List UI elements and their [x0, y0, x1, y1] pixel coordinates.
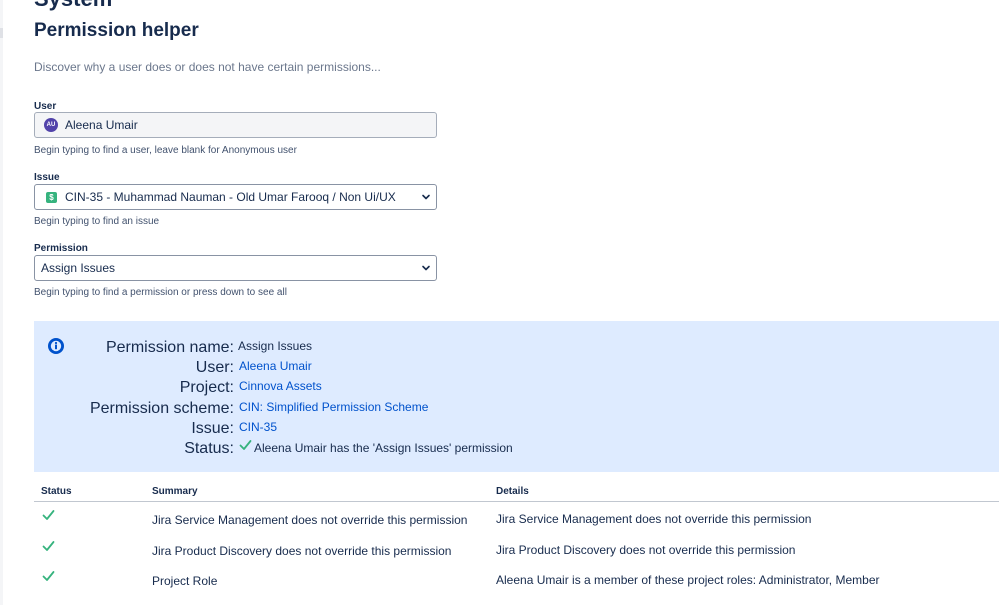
user-help-text: Begin typing to find a user, leave blank…	[34, 145, 297, 156]
result-key-status: Status:	[184, 440, 234, 457]
issue-select[interactable]: $ CIN-35 - Muhammad Nauman - Old Umar Fa…	[34, 184, 437, 210]
row-summary: Project Role	[152, 574, 218, 588]
column-header-details: Details	[496, 486, 529, 497]
check-icon	[42, 510, 55, 520]
page-title: Permission helper	[34, 20, 199, 41]
column-header-summary: Summary	[152, 486, 198, 497]
chevron-down-icon[interactable]	[416, 263, 436, 273]
user-value: Aleena Umair	[65, 118, 138, 132]
left-edge-scroll-mark	[0, 28, 3, 38]
row-summary: Jira Service Management does not overrid…	[152, 513, 468, 527]
check-icon	[42, 571, 55, 581]
issue-label: Issue	[34, 172, 60, 183]
avatar: AU	[44, 118, 58, 132]
left-edge	[0, 0, 3, 605]
row-summary: Jira Product Discovery does not override…	[152, 544, 452, 558]
table-header-divider	[34, 501, 999, 502]
user-label: User	[34, 101, 57, 112]
row-details: Jira Service Management does not overrid…	[496, 512, 812, 526]
result-key-permission-name: Permission name:	[105, 339, 234, 356]
result-project-link[interactable]: Cinnova Assets	[239, 379, 322, 393]
row-details: Aleena Umair is a member of these projec…	[496, 573, 880, 587]
permission-value: Assign Issues	[41, 261, 116, 275]
result-user-link[interactable]: Aleena Umair	[239, 359, 312, 373]
result-panel: Permission name: Assign Issues User: Ale…	[34, 321, 999, 472]
result-key-scheme: Permission scheme:	[89, 400, 234, 417]
section-heading: System	[34, 0, 112, 12]
column-header-status: Status	[41, 486, 72, 497]
chevron-down-icon[interactable]	[416, 192, 436, 202]
check-icon	[239, 440, 252, 450]
story-icon: $	[46, 191, 57, 203]
user-field[interactable]: AU Aleena Umair	[34, 112, 437, 138]
result-scheme-link[interactable]: CIN: Simplified Permission Scheme	[239, 400, 428, 414]
result-key-issue: Issue:	[191, 420, 234, 437]
result-issue-link[interactable]: CIN-35	[239, 420, 277, 434]
page-description: Discover why a user does or does not hav…	[34, 60, 381, 74]
permission-select[interactable]: Assign Issues	[34, 255, 437, 281]
result-key-user: User:	[195, 359, 234, 376]
issue-help-text: Begin typing to find an issue	[34, 216, 160, 227]
permission-label: Permission	[34, 243, 88, 254]
row-details: Jira Product Discovery does not override…	[496, 543, 796, 557]
issue-value: CIN-35 - Muhammad Nauman - Old Umar Faro…	[65, 190, 396, 204]
check-icon	[42, 541, 55, 551]
result-status-text: Aleena Umair has the 'Assign Issues' per…	[254, 441, 513, 455]
result-key-project: Project:	[179, 379, 234, 396]
result-permission-name: Assign Issues	[238, 339, 313, 353]
permission-help-text: Begin typing to find a permission or pre…	[34, 287, 287, 298]
